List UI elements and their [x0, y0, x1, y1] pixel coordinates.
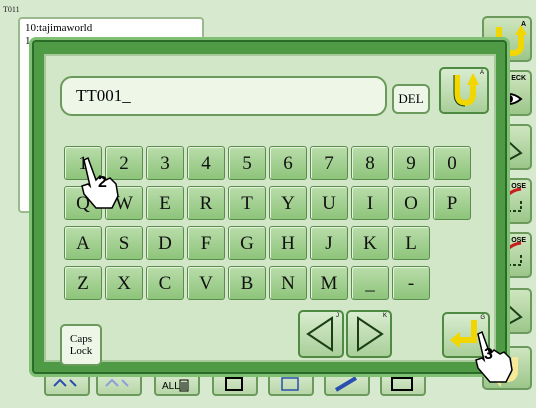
key-x[interactable]: X: [105, 266, 143, 300]
key-s[interactable]: S: [105, 226, 143, 260]
pointing-hand-1: 2: [74, 156, 120, 210]
key-g[interactable]: G: [228, 226, 266, 260]
key-f[interactable]: F: [187, 226, 225, 260]
key-e[interactable]: E: [146, 186, 184, 220]
key-r[interactable]: R: [187, 186, 225, 220]
cursor-right-button[interactable]: K: [346, 310, 392, 358]
key-underscore[interactable]: _: [351, 266, 389, 300]
pointing-hand-icon: [475, 330, 513, 383]
key-p[interactable]: P: [433, 186, 471, 220]
pointing-hand-2: 3: [470, 330, 516, 384]
key-b[interactable]: B: [228, 266, 266, 300]
key-o[interactable]: O: [392, 186, 430, 220]
key-6[interactable]: 6: [269, 146, 307, 180]
key-u[interactable]: U: [310, 186, 348, 220]
key-8[interactable]: 8: [351, 146, 389, 180]
key-4[interactable]: 4: [187, 146, 225, 180]
key-y[interactable]: Y: [269, 186, 307, 220]
cursor-left-button[interactable]: J: [298, 310, 344, 358]
key-v[interactable]: V: [187, 266, 225, 300]
key-h[interactable]: H: [269, 226, 307, 260]
key-l[interactable]: L: [392, 226, 430, 260]
key-i[interactable]: I: [351, 186, 389, 220]
key-j[interactable]: J: [310, 226, 348, 260]
key-7[interactable]: 7: [310, 146, 348, 180]
key-d[interactable]: D: [146, 226, 184, 260]
key-9[interactable]: 9: [392, 146, 430, 180]
name-input[interactable]: TT001_: [60, 76, 387, 116]
key-0[interactable]: 0: [433, 146, 471, 180]
confirm-return-button[interactable]: A: [439, 67, 489, 114]
key-3[interactable]: 3: [146, 146, 184, 180]
key-c[interactable]: C: [146, 266, 184, 300]
key-k[interactable]: K: [351, 226, 389, 260]
key-5[interactable]: 5: [228, 146, 266, 180]
list-item[interactable]: 10:tajimaworld: [25, 22, 197, 35]
key-m[interactable]: M: [310, 266, 348, 300]
trash-icon: [179, 379, 189, 392]
pointing-hand-icon: [81, 156, 119, 209]
key-hyphen[interactable]: -: [392, 266, 430, 300]
key-z[interactable]: Z: [64, 266, 102, 300]
key-a[interactable]: A: [64, 226, 102, 260]
screen-code: T011: [3, 5, 20, 14]
delete-button[interactable]: DEL: [392, 84, 430, 114]
key-t[interactable]: T: [228, 186, 266, 220]
caps-lock-button[interactable]: Caps Lock: [60, 324, 102, 366]
key-n[interactable]: N: [269, 266, 307, 300]
